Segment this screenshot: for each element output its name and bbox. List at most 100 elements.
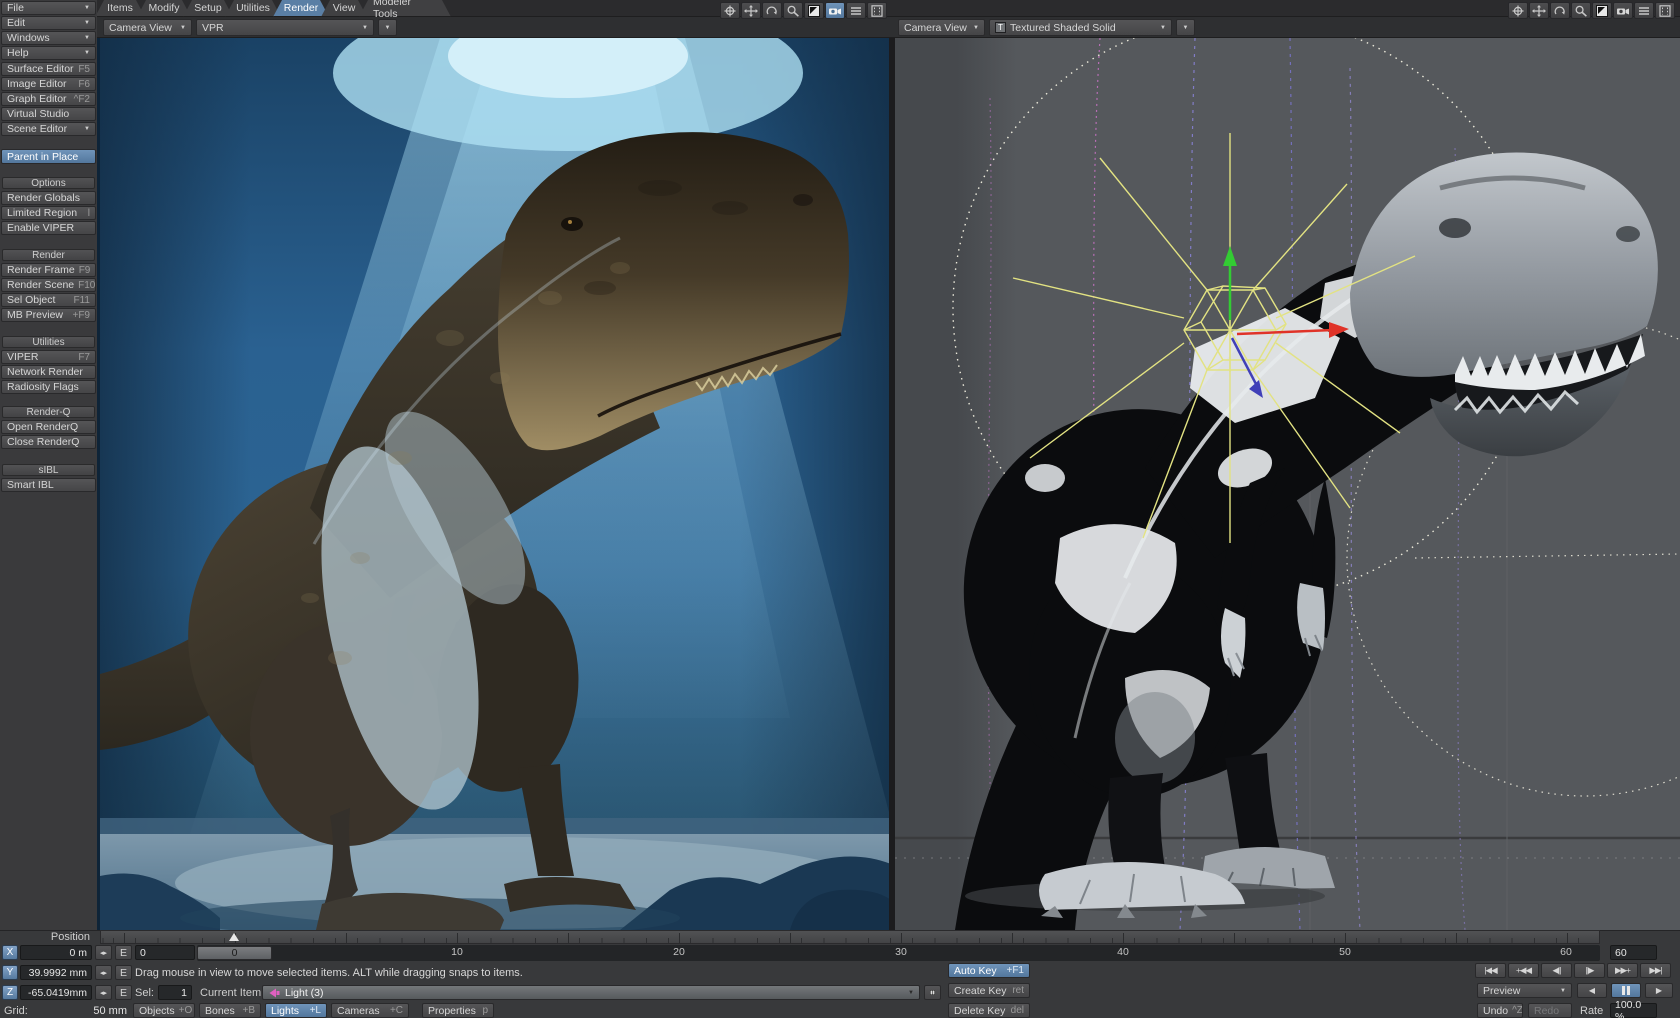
pause-button[interactable] [1611,983,1641,998]
x-axis-badge[interactable]: X [2,945,18,960]
sidebar-radiosity-flags[interactable]: Radiosity Flags [1,380,96,394]
item-picker-button[interactable] [924,985,941,1000]
properties-button[interactable]: Propertiesp [422,1003,494,1018]
timeline-slider[interactable]: 0 [197,946,272,960]
film-icon[interactable] [1655,2,1675,19]
left-header-extra-dropdown[interactable]: ▼ [378,19,397,36]
sidebar-graph-editor[interactable]: Graph Editor^F2 [1,92,96,106]
left-view-type-dropdown[interactable]: Camera View▼ [103,19,192,36]
camera-icon[interactable] [825,2,845,19]
sidebar-sel-object[interactable]: Sel ObjectF11 [1,293,96,307]
grid-value: 50 mm [55,1005,127,1017]
left-render-mode-dropdown[interactable]: VPR▼ [196,19,374,36]
go-start-button[interactable]: |◀◀ [1475,963,1506,978]
sel-label: Sel: [135,987,154,999]
step-back-button[interactable]: ◀|| [1541,963,1572,978]
sidebar-virtual-studio[interactable]: Virtual Studio [1,107,96,121]
z-envelope-button[interactable]: E [115,985,132,1000]
next-keyframe-button[interactable]: ▶▶+ [1607,963,1638,978]
z-position-field[interactable]: -65.0419mm [20,985,92,1000]
film-icon[interactable] [867,2,887,19]
right-header-extra-dropdown[interactable]: ▼ [1176,19,1195,36]
x-spinner[interactable]: ◂▸ [95,945,112,960]
move-icon[interactable] [741,2,761,19]
menu-windows[interactable]: Windows▼ [1,31,96,45]
pan-icon[interactable] [1508,2,1528,19]
item-list-icon [930,988,935,997]
sidebar-network-render[interactable]: Network Render [1,365,96,379]
sidebar-close-renderq[interactable]: Close RenderQ [1,435,96,449]
redo-button[interactable]: Redo [1528,1003,1572,1018]
sidebar-image-editor[interactable]: Image EditorF6 [1,77,96,91]
tab-utilities[interactable]: Utilities [225,0,281,17]
sidebar-scene-editor[interactable]: Scene Editor▼ [1,122,96,136]
zoom-icon[interactable] [783,2,803,19]
sidebar-enable-viper[interactable]: Enable VIPER [1,221,96,235]
delete-key-button[interactable]: Delete Keydel [948,1003,1030,1018]
light-icon [268,988,280,998]
tab-modeler-tools[interactable]: Modeler Tools [359,0,451,17]
rate-field[interactable]: 100.0 % [1610,1003,1657,1018]
status-hint: Drag mouse in view to move selected item… [135,967,523,979]
section-header-options: Options [2,177,95,189]
list-icon[interactable] [846,2,866,19]
undo-button[interactable]: Undo^Z [1477,1003,1523,1018]
vpr-render-image [100,38,891,930]
section-header-render: Render [2,249,95,261]
go-end-button[interactable]: ▶▶| [1640,963,1671,978]
list-icon[interactable] [1634,2,1654,19]
y-axis-badge[interactable]: Y [2,965,18,980]
zoom-icon[interactable] [1571,2,1591,19]
timeline-ruler[interactable] [100,930,1600,944]
sidebar-limited-region[interactable]: Limited Regionl [1,206,96,220]
vpr-viewport[interactable] [97,38,893,930]
sidebar-smart-ibl[interactable]: Smart IBL [1,478,96,492]
right-render-mode-dropdown[interactable]: T Textured Shaded Solid▼ [989,19,1172,36]
opengl-viewport[interactable] [895,38,1680,930]
end-frame-field[interactable]: 60 [1610,945,1657,960]
tab-modify[interactable]: Modify [137,0,191,17]
move-icon[interactable] [1529,2,1549,19]
edit-lights-button[interactable]: Lights+L [265,1003,327,1018]
sidebar-parent-in-place[interactable]: Parent in Place [1,149,96,164]
sidebar-viper[interactable]: VIPERF7 [1,350,96,364]
edit-cameras-button[interactable]: Cameras+C [331,1003,409,1018]
create-key-button[interactable]: Create Keyret [948,983,1030,998]
camera-icon[interactable] [1613,2,1633,19]
menu-file[interactable]: File▼ [1,1,96,15]
play-reverse-button[interactable]: ◀ [1577,983,1607,998]
y-spinner[interactable]: ◂▸ [95,965,112,980]
preview-dropdown[interactable]: Preview▼ [1477,983,1572,998]
tab-render[interactable]: Render [273,0,329,17]
sidebar-render-globals[interactable]: Render Globals [1,191,96,205]
single-view-icon[interactable] [804,2,824,19]
sidebar-render-frame[interactable]: Render FrameF9 [1,263,96,277]
sidebar-surface-editor[interactable]: Surface EditorF5 [1,62,96,76]
timeline-track[interactable]: 0 10 20 30 40 50 60 [197,945,1600,961]
right-view-type-dropdown[interactable]: Camera View▼ [898,19,985,36]
z-spinner[interactable]: ◂▸ [95,985,112,1000]
current-item-dropdown[interactable]: Light (3) ▼ [262,985,920,1000]
sidebar-open-renderq[interactable]: Open RenderQ [1,420,96,434]
auto-key-button[interactable]: Auto Key+F1 [948,963,1030,978]
z-axis-badge[interactable]: Z [2,985,18,1000]
x-envelope-button[interactable]: E [115,945,132,960]
y-envelope-button[interactable]: E [115,965,132,980]
prev-keyframe-button[interactable]: +◀◀ [1508,963,1539,978]
rotate-icon[interactable] [762,2,782,19]
current-frame-field[interactable]: 0 [135,945,195,960]
rotate-icon[interactable] [1550,2,1570,19]
y-position-field[interactable]: 39.9992 mm [20,965,92,980]
single-view-icon[interactable] [1592,2,1612,19]
sidebar-mb-preview[interactable]: MB Preview+F9 [1,308,96,322]
pan-icon[interactable] [720,2,740,19]
menu-help[interactable]: Help▼ [1,46,96,60]
edit-bones-button[interactable]: Bones+B [199,1003,261,1018]
edit-objects-button[interactable]: Objects+O [133,1003,195,1018]
position-panel-title: Position [0,931,90,943]
play-forward-button[interactable]: ▶ [1645,983,1673,998]
step-forward-button[interactable]: ||▶ [1574,963,1605,978]
x-position-field[interactable]: 0 m [20,945,92,960]
sidebar-render-scene[interactable]: Render SceneF10 [1,278,96,292]
menu-edit[interactable]: Edit▼ [1,16,96,30]
